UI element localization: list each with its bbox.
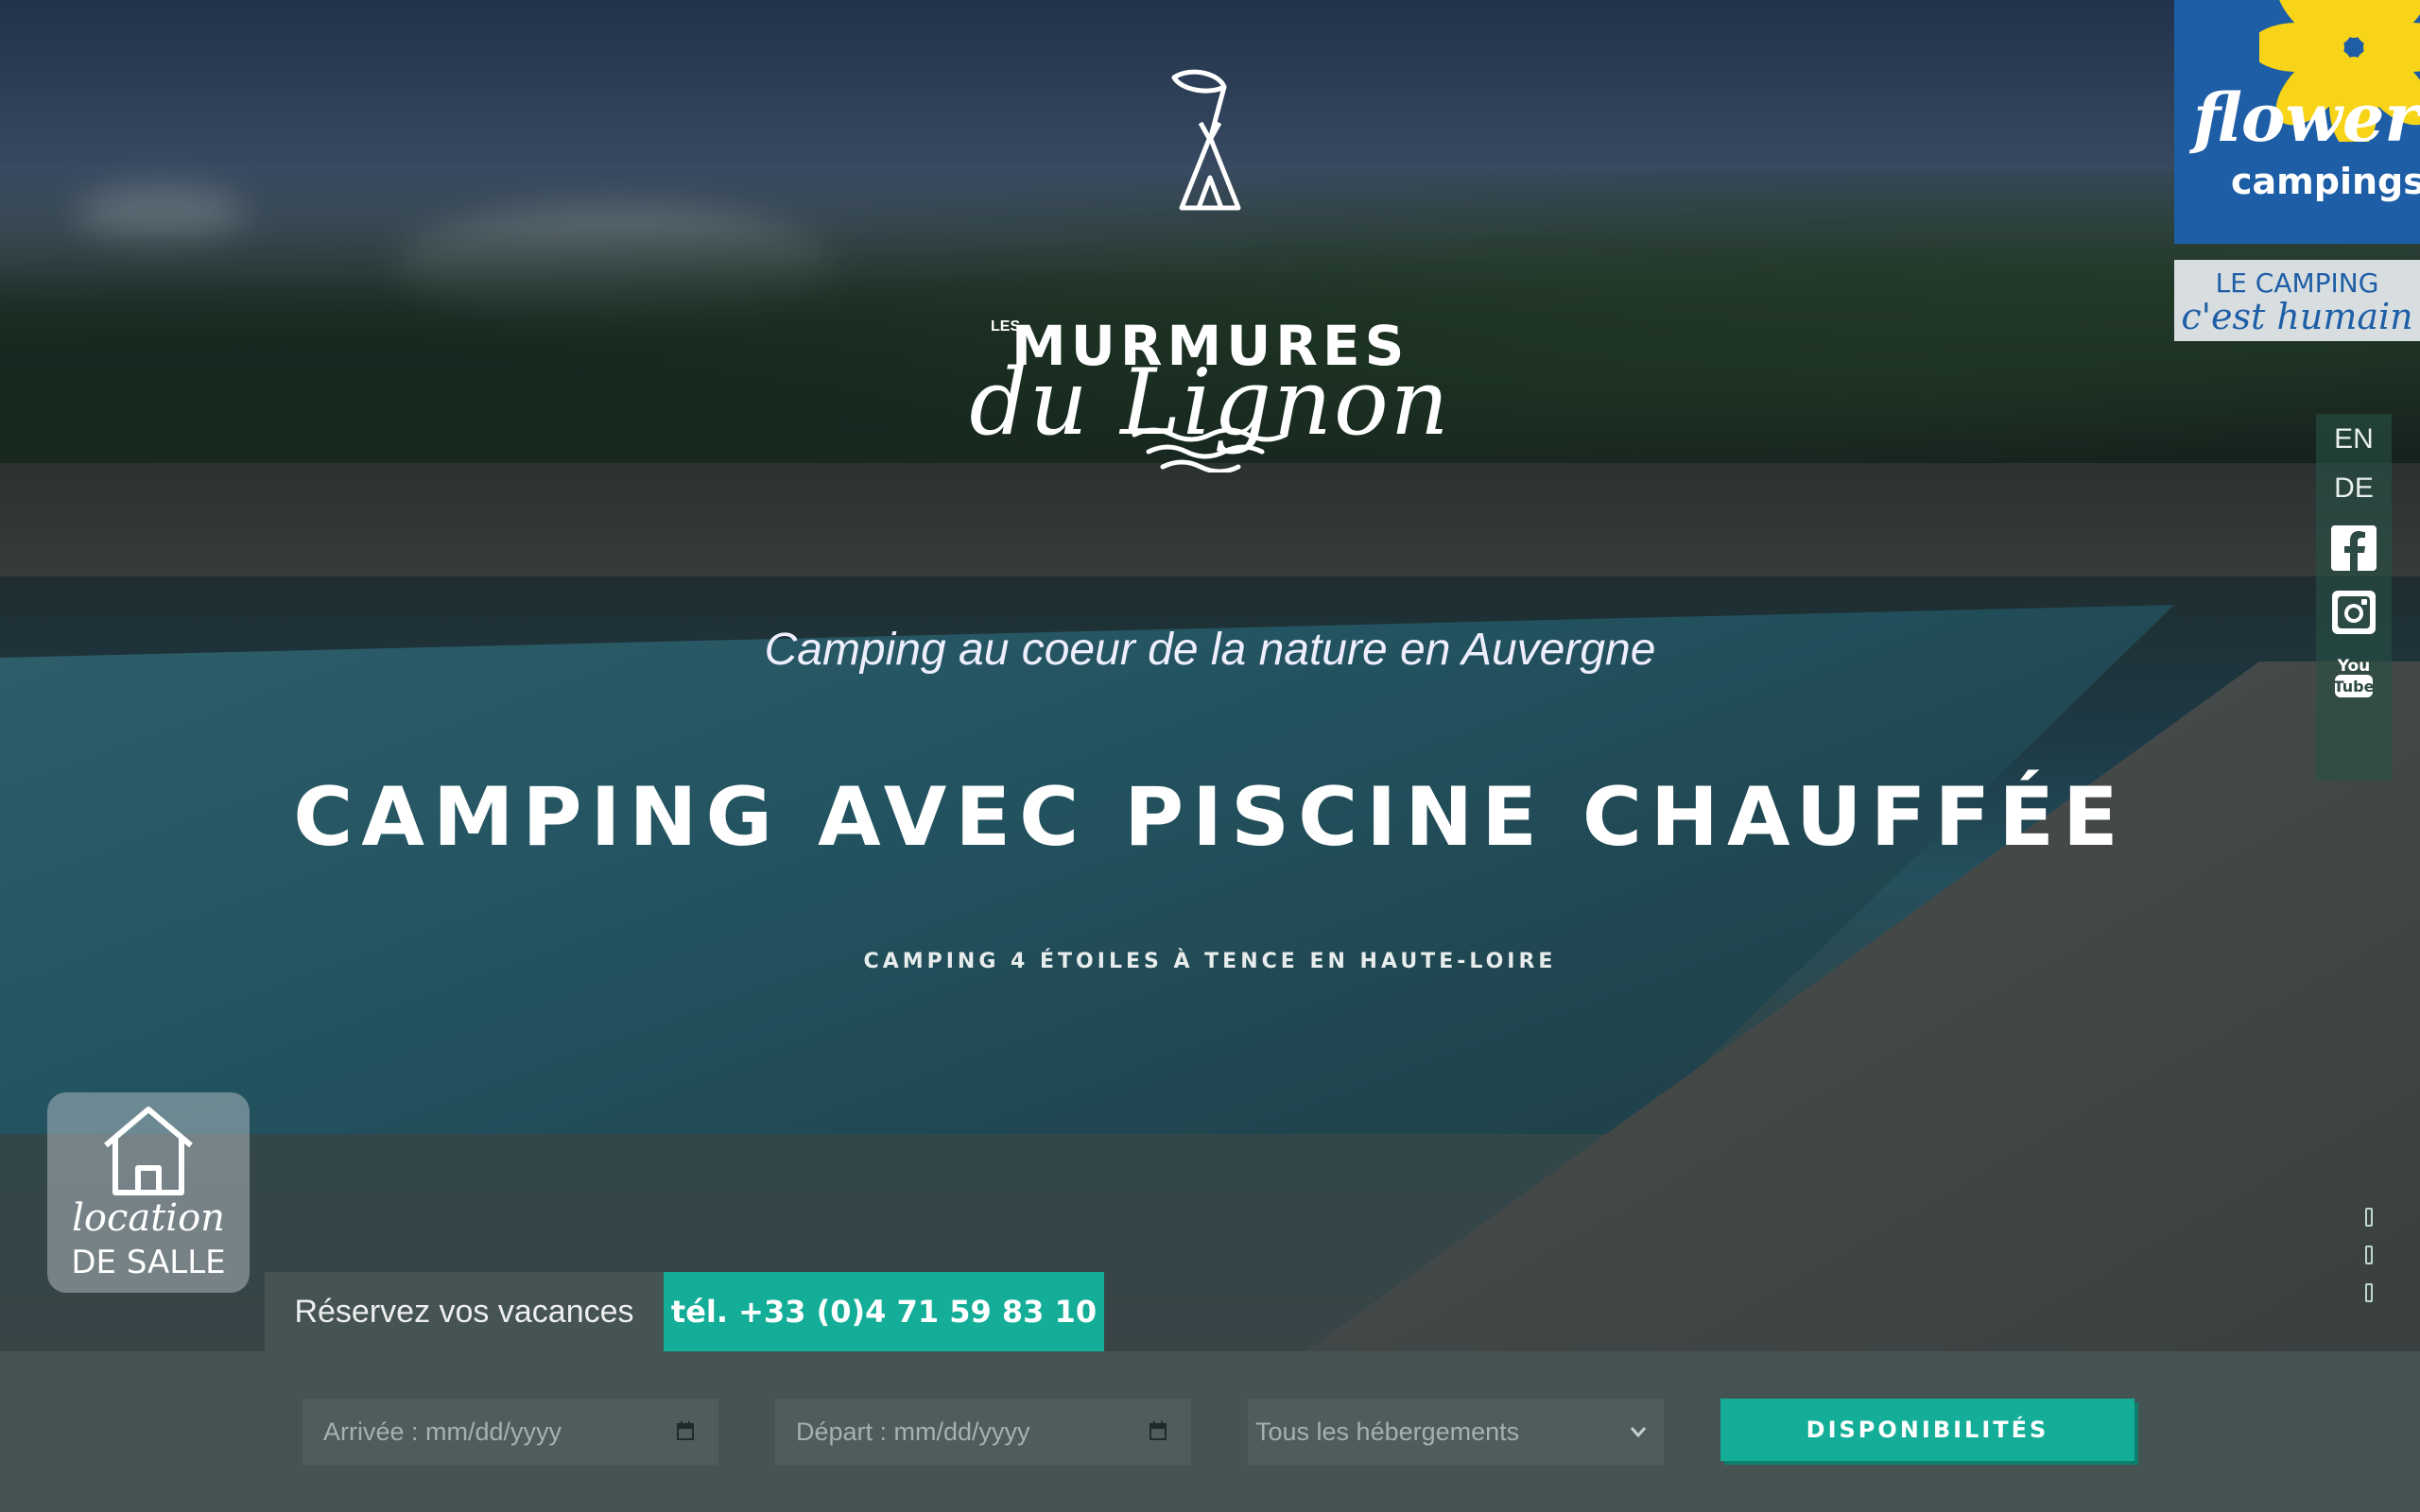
calendar-icon[interactable] — [1150, 1421, 1167, 1440]
accommodation-value: Tous les hébergements — [1255, 1418, 1520, 1446]
hero-tagline: Camping au coeur de la nature en Auvergn… — [764, 625, 1656, 675]
slider-dot[interactable] — [2365, 1283, 2373, 1302]
slogan-line2: c'est humain — [2181, 296, 2413, 337]
flower-campings-badge[interactable]: flower campings — [2174, 0, 2420, 244]
departure-date-value: Départ : mm/dd/yyyy — [796, 1418, 1030, 1446]
departure-date-input[interactable]: Départ : mm/dd/yyyy — [775, 1399, 1191, 1465]
site-logo[interactable]: LES MURMURES du Lignon — [898, 66, 1522, 472]
slogan-badge: LE CAMPING c'est humain — [2174, 260, 2420, 341]
house-icon — [104, 1107, 193, 1195]
flower-brand-sub: campings — [2231, 161, 2420, 202]
slider-dot[interactable] — [2365, 1208, 2373, 1227]
accommodation-select[interactable]: Tous les hébergements — [1248, 1399, 1664, 1465]
lang-en[interactable]: EN — [2316, 414, 2392, 463]
salle-line2: DE SALLE — [71, 1244, 226, 1281]
availability-button[interactable]: DISPONIBILITÉS — [1720, 1399, 2135, 1461]
phone-button[interactable]: tél. +33 (0)4 71 59 83 10 — [664, 1272, 1104, 1351]
side-toolbar: EN DE You Tube — [2316, 414, 2392, 781]
facebook-icon[interactable] — [2329, 524, 2378, 573]
lang-de[interactable]: DE — [2316, 463, 2392, 512]
instagram-icon[interactable] — [2329, 588, 2378, 637]
hero-headline: CAMPING AVEC PISCINE CHAUFFÉE — [293, 770, 2127, 865]
slider-dot[interactable] — [2365, 1246, 2373, 1264]
waves-icon — [1132, 427, 1288, 472]
logo-les: LES — [991, 318, 1021, 335]
slider-indicators — [2365, 1208, 2377, 1321]
svg-text:Tube: Tube — [2334, 678, 2375, 696]
booking-bar: Arrivée : mm/dd/yyyy Départ : mm/dd/yyyy… — [0, 1351, 2420, 1512]
slogan-line1: LE CAMPING — [2215, 267, 2379, 299]
tab-reservation[interactable]: Réservez vos vacances — [265, 1272, 664, 1351]
tipi-icon — [1171, 69, 1241, 211]
arrival-date-value: Arrivée : mm/dd/yyyy — [323, 1418, 562, 1446]
calendar-icon[interactable] — [677, 1421, 694, 1440]
flower-brand: flower — [2193, 78, 2420, 157]
salle-line1: location — [72, 1196, 225, 1240]
chevron-down-icon — [1630, 1427, 1647, 1438]
arrival-date-input[interactable]: Arrivée : mm/dd/yyyy — [302, 1399, 718, 1465]
location-salle-button[interactable]: location DE SALLE — [47, 1092, 250, 1293]
youtube-icon[interactable]: You Tube — [2329, 652, 2378, 701]
hero-subline: CAMPING 4 ÉTOILES À TENCE EN HAUTE-LOIRE — [863, 950, 1557, 973]
svg-text:You: You — [2337, 657, 2371, 676]
